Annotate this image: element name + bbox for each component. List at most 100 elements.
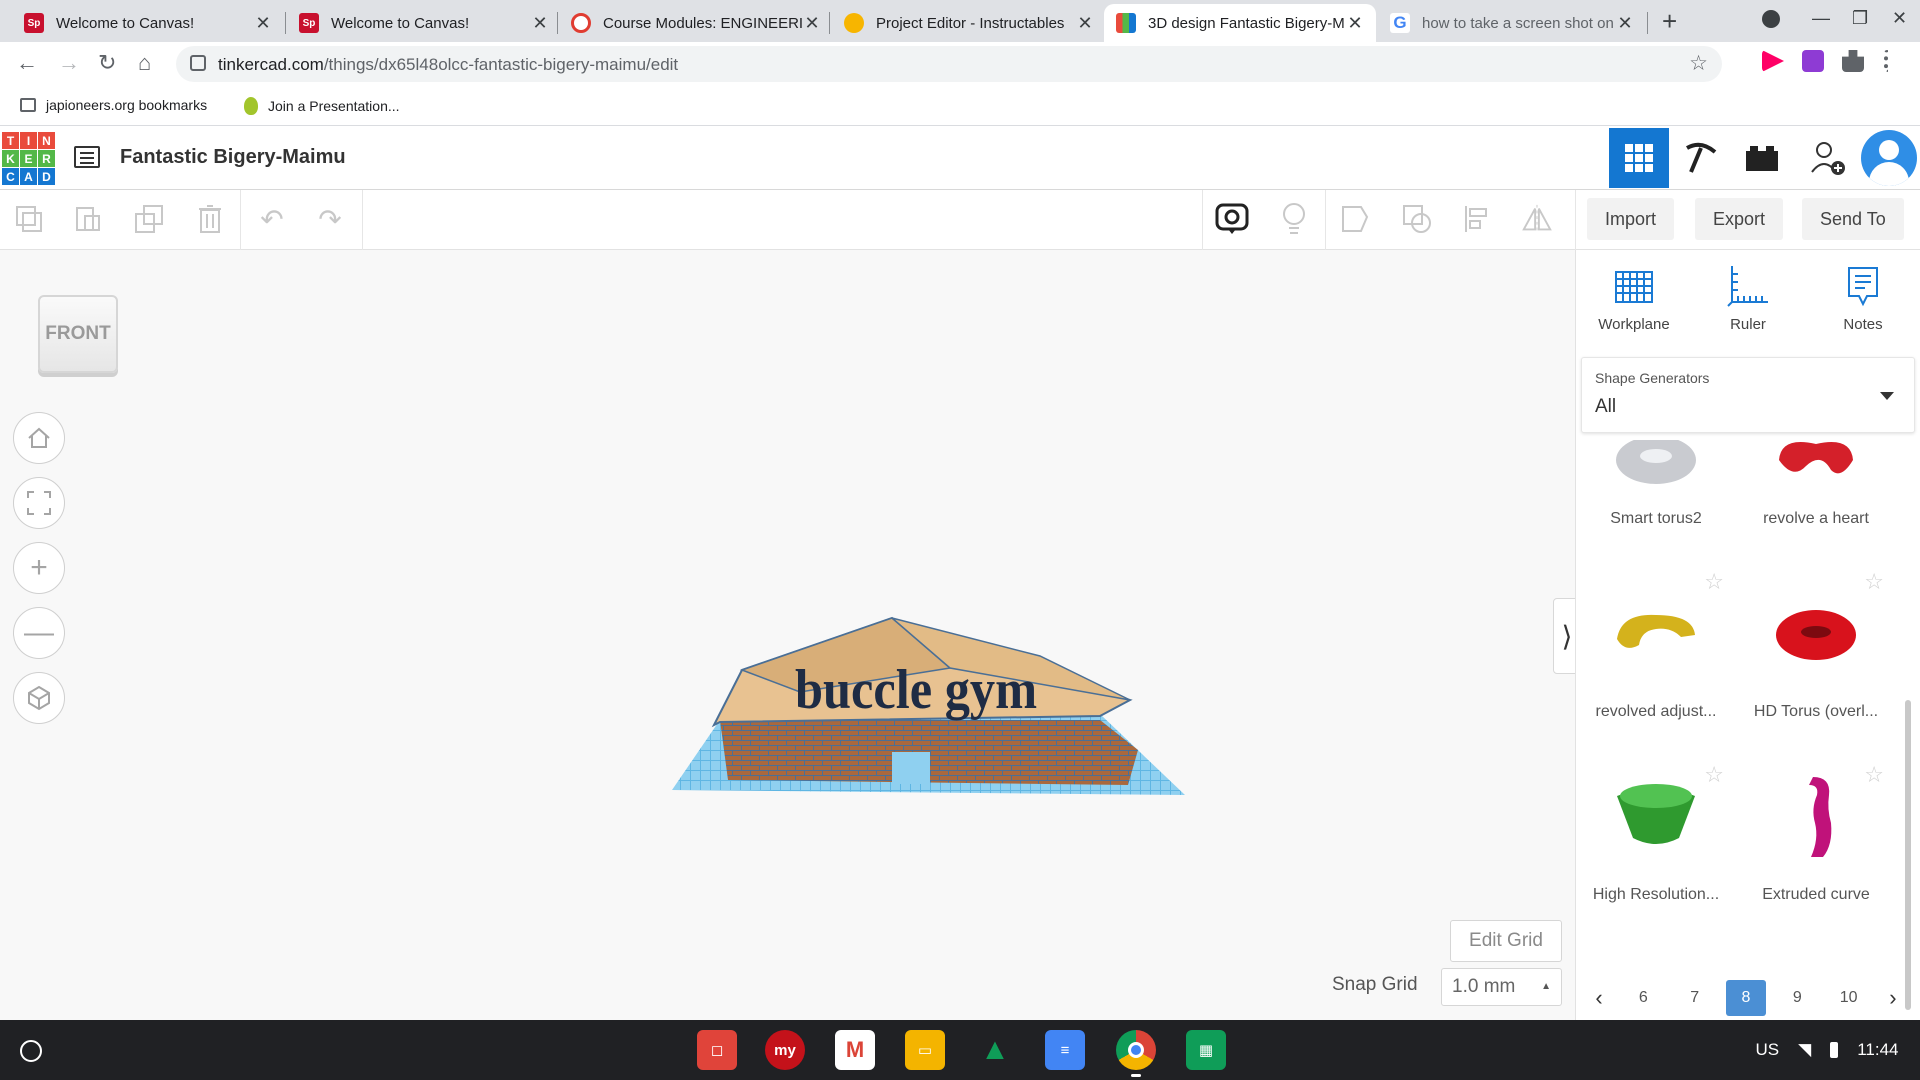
export-button[interactable]: Export	[1695, 198, 1784, 240]
notes-tool[interactable]: Notes	[1813, 264, 1913, 333]
address-bar[interactable]: tinkercad.com/things/dx65l48olcc-fantast…	[176, 46, 1722, 82]
page-6[interactable]: 6	[1623, 980, 1663, 1016]
forward-icon[interactable]: →	[58, 50, 80, 76]
slides-icon[interactable]: ▭	[905, 1030, 945, 1070]
import-button[interactable]: Import	[1587, 198, 1675, 240]
edit-toolbar: ↶ ↷ Import Export Send To	[0, 190, 1920, 250]
browser-tab-tinkercad[interactable]: 3D design Fantastic Bigery-M ✕	[1104, 4, 1376, 42]
view-cube[interactable]: FRONT	[38, 295, 118, 373]
home-view-button[interactable]	[13, 412, 65, 464]
mirror-icon[interactable]	[1520, 202, 1554, 236]
zoom-in-button[interactable]: +	[13, 542, 65, 594]
back-icon[interactable]: ←	[16, 50, 38, 76]
duplicate-icon[interactable]	[132, 202, 166, 236]
fit-view-icon	[27, 491, 51, 515]
drive-icon[interactable]: ▲	[975, 1030, 1015, 1070]
ungroup-icon[interactable]	[1400, 202, 1434, 236]
bricks-button[interactable]	[1732, 128, 1792, 188]
wifi-icon: ◥	[1798, 1040, 1812, 1059]
delete-icon[interactable]	[193, 202, 227, 236]
favorite-star-icon[interactable]: ☆	[1864, 762, 1884, 788]
sheets-icon[interactable]: ▦	[1186, 1030, 1226, 1070]
lightbulb-icon[interactable]	[1277, 202, 1311, 236]
home-view-icon	[28, 427, 50, 448]
model-gym-building[interactable]: buccle gym	[660, 580, 1190, 815]
favorite-star-icon[interactable]: ☆	[1864, 569, 1884, 595]
close-tab-icon[interactable]: ✕	[254, 13, 272, 34]
launcher-icon[interactable]	[20, 1040, 42, 1062]
send-to-button[interactable]: Send To	[1802, 198, 1904, 240]
docs-quiz-icon[interactable]: ◻	[697, 1030, 737, 1070]
design-title[interactable]: Fantastic Bigery-Maimu	[120, 146, 346, 169]
new-tab-icon[interactable]: +	[1662, 6, 1677, 37]
blocks-button[interactable]	[1671, 128, 1731, 188]
3d-view-button[interactable]	[1609, 128, 1669, 188]
close-tab-icon[interactable]: ✕	[531, 13, 549, 34]
invite-user-button[interactable]	[1798, 128, 1858, 188]
shape-revolved-adjust[interactable]: ☆ revolved adjust...	[1576, 565, 1736, 755]
perspective-toggle-button[interactable]	[13, 672, 65, 724]
shape-high-resolution[interactable]: ☆ High Resolution...	[1576, 758, 1736, 948]
close-tab-icon[interactable]: ✕	[1076, 13, 1094, 34]
site-info-icon[interactable]	[190, 55, 206, 71]
user-avatar[interactable]	[1861, 130, 1917, 186]
tab-title: 3D design Fantastic Bigery-M	[1148, 14, 1345, 32]
bookmark-join-presentation[interactable]: Join a Presentation...	[244, 97, 400, 115]
zoom-out-button[interactable]: —	[13, 607, 65, 659]
gmail-icon[interactable]: M	[835, 1030, 875, 1070]
snap-grid-select[interactable]: 1.0 mm ▲	[1441, 968, 1562, 1006]
bookmark-star-icon[interactable]: ☆	[1689, 51, 1708, 76]
shape-extruded-curve[interactable]: ☆ Extruded curve	[1736, 758, 1896, 948]
yellow-torus-icon	[1617, 614, 1695, 648]
tinkercad-logo[interactable]: T I N K E R C A D	[2, 132, 55, 185]
close-tab-icon[interactable]: ✕	[1616, 13, 1634, 34]
copy-icon[interactable]	[12, 202, 46, 236]
browser-tab-strip: Sp Welcome to Canvas! ✕ Sp Welcome to Ca…	[0, 0, 1920, 42]
bookmark-folder-japioneers[interactable]: japioneers.org bookmarks	[20, 97, 207, 113]
ruler-tool[interactable]: Ruler	[1698, 264, 1798, 333]
workplane-tool[interactable]: Workplane	[1584, 264, 1684, 333]
close-tab-icon[interactable]: ✕	[803, 13, 821, 34]
docs-icon[interactable]: ≡	[1045, 1030, 1085, 1070]
group-icon[interactable]	[1338, 202, 1372, 236]
page-9[interactable]: 9	[1777, 980, 1817, 1016]
dropdown-arrow-icon	[1880, 392, 1894, 400]
tinkercad-icon	[1116, 13, 1136, 33]
close-window-icon[interactable]: ✕	[1892, 8, 1907, 29]
shape-generators-dropdown[interactable]: Shape Generators All	[1581, 357, 1915, 433]
paste-icon[interactable]	[71, 202, 105, 236]
shape-hd-torus[interactable]: ☆ HD Torus (overl...	[1736, 565, 1896, 755]
browser-tab-course-modules[interactable]: Course Modules: ENGINEERI ✕	[559, 4, 833, 42]
page-10[interactable]: 10	[1829, 980, 1869, 1016]
minimize-icon[interactable]: —	[1812, 8, 1830, 29]
page-8-current[interactable]: 8	[1725, 980, 1766, 1016]
browser-tab-google-search[interactable]: G how to take a screen shot on ✕	[1378, 4, 1646, 42]
close-tab-icon[interactable]: ✕	[1346, 13, 1364, 34]
design-list-icon[interactable]	[74, 146, 100, 168]
extension-tm-icon[interactable]	[1802, 50, 1824, 72]
browser-tab-instructables[interactable]: Project Editor - Instructables ✕	[832, 4, 1106, 42]
show-all-icon[interactable]	[1215, 202, 1249, 236]
chrome-menu-icon[interactable]	[1884, 50, 1890, 72]
favorite-star-icon[interactable]: ☆	[1704, 569, 1724, 595]
favorite-star-icon[interactable]: ☆	[1704, 762, 1724, 788]
reload-icon[interactable]: ↻	[98, 50, 116, 76]
next-page-icon[interactable]: ›	[1880, 985, 1906, 1011]
page-7[interactable]: 7	[1675, 980, 1715, 1016]
undo-icon[interactable]: ↶	[255, 202, 289, 236]
workplane-canvas[interactable]: FRONT + — buccle gym ⟩ Edit Grid Snap Gr…	[0, 250, 1581, 1020]
status-tray[interactable]: US ◥ 11:44	[1746, 1030, 1908, 1070]
browser-tab-canvas-1[interactable]: Sp Welcome to Canvas! ✕	[12, 4, 284, 42]
redo-icon[interactable]: ↷	[313, 202, 347, 236]
browser-tab-canvas-2[interactable]: Sp Welcome to Canvas! ✕	[287, 4, 561, 42]
chrome-icon[interactable]	[1116, 1030, 1156, 1070]
fit-view-button[interactable]	[13, 477, 65, 529]
tab-search-icon[interactable]	[1762, 10, 1780, 28]
shape-library-scrollbar[interactable]	[1905, 700, 1911, 1010]
home-icon[interactable]: ⌂	[138, 50, 151, 76]
my-app-icon[interactable]: my	[765, 1030, 805, 1070]
align-icon[interactable]	[1460, 202, 1494, 236]
restore-icon[interactable]: ❐	[1852, 8, 1868, 29]
prev-page-icon[interactable]: ‹	[1586, 985, 1612, 1011]
edit-grid-button[interactable]: Edit Grid	[1450, 920, 1562, 962]
